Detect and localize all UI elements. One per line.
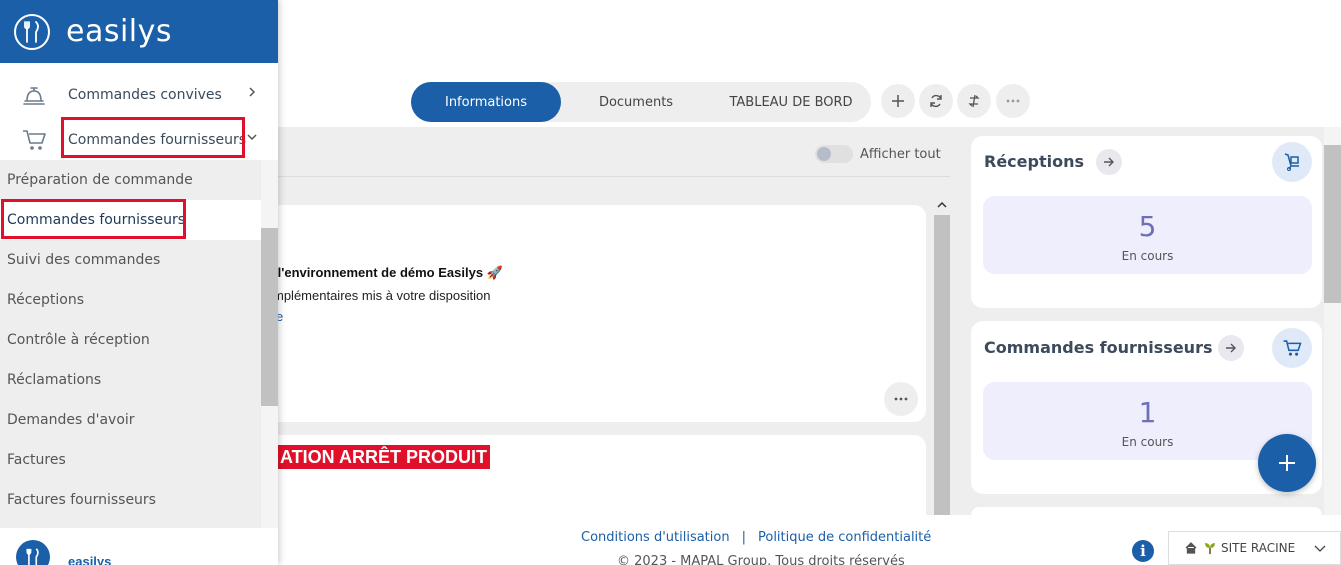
submenu-item[interactable]: Demandes d'avoir: [0, 400, 261, 440]
widget-open-button[interactable]: [1096, 149, 1122, 175]
fork-knife-logo-icon[interactable]: [14, 13, 50, 50]
widget-title: Réceptions: [984, 152, 1084, 171]
scrollbar-thumb[interactable]: [1324, 145, 1341, 303]
news-card: ATION ARRÊT PRODUIT: [278, 435, 926, 515]
arrow-right-icon: [1226, 343, 1236, 353]
brand-name: easilys: [66, 14, 173, 49]
fork-knife-logo-icon: [16, 540, 50, 565]
stat-label: En cours: [1121, 249, 1174, 263]
highlight-box-sub: [1, 199, 186, 239]
news-card: r l'environnement de démo Easilys 🚀 mplé…: [269, 205, 926, 422]
home-icon: [1185, 542, 1197, 554]
stat-count: 1: [1138, 396, 1157, 429]
footer-separator: |: [741, 530, 746, 545]
footer-links: Conditions d'utilisation | Politique de …: [581, 530, 931, 545]
hand-truck-icon: [1284, 153, 1299, 171]
receptions-widget: Réceptions 5 En cours: [971, 136, 1322, 308]
info-icon[interactable]: i: [1132, 540, 1154, 562]
bell-icon: [19, 80, 49, 110]
sidebar-item-commandes-convives[interactable]: Commandes convives: [0, 72, 278, 117]
add-button[interactable]: [881, 84, 915, 118]
submenu-item[interactable]: Réceptions: [0, 280, 261, 320]
show-all-toggle[interactable]: [815, 145, 853, 163]
site-selector[interactable]: SITE RACINE: [1168, 531, 1341, 565]
news-text: mplémentaires mis à votre disposition: [273, 288, 491, 303]
submenu-item[interactable]: Factures fournisseurs: [0, 480, 261, 520]
alert-banner: ATION ARRÊT PRODUIT: [278, 445, 490, 469]
plus-icon: [1279, 455, 1295, 471]
submenu-item[interactable]: Factures: [0, 440, 261, 480]
chevron-down-icon: [1314, 545, 1326, 552]
arrow-right-icon: [1104, 157, 1114, 167]
divider: [278, 176, 950, 177]
sidebar-footer: easilys: [0, 528, 278, 565]
tab-documents[interactable]: Documents: [561, 82, 711, 122]
submenu-item[interactable]: Contrôle à réception: [0, 320, 261, 360]
sidebar-footer-name: easilys: [68, 554, 112, 565]
stat-box[interactable]: 5 En cours: [983, 196, 1312, 274]
receptions-button[interactable]: [1272, 142, 1312, 182]
widget-title: Commandes fournisseurs: [984, 338, 1213, 357]
cart-icon: [1283, 340, 1302, 356]
plus-icon: [892, 95, 904, 107]
sprout-icon: [1205, 543, 1215, 554]
sidebar-item-label: Commandes convives: [68, 86, 222, 103]
scrollbar-thumb[interactable]: [261, 228, 278, 406]
submenu-item[interactable]: Préparation de commande: [0, 160, 261, 200]
news-title: r l'environnement de démo Easilys 🚀: [269, 265, 503, 280]
copyright-text: © 2023 - MAPAL Group. Tous droits réserv…: [617, 554, 905, 565]
next-widget: [971, 507, 1322, 515]
widget-open-button[interactable]: [1218, 335, 1244, 361]
floating-add-button[interactable]: [1258, 434, 1316, 492]
highlight-box-main: [61, 117, 245, 158]
chevron-down-icon: [247, 134, 257, 141]
scrollbar-thumb[interactable]: [934, 215, 950, 515]
sidebar-scrollbar[interactable]: [261, 160, 278, 528]
widgets-scrollbar[interactable]: [1324, 127, 1341, 515]
more-dots-icon: [1006, 99, 1020, 103]
scroll-up-icon[interactable]: [937, 201, 947, 209]
card-more-button[interactable]: [884, 382, 918, 416]
transfer-button[interactable]: [957, 84, 991, 118]
privacy-link[interactable]: Politique de confidentialité: [758, 530, 931, 545]
show-all-label: Afficher tout: [860, 147, 941, 162]
top-tabs: Informations Documents TABLEAU DE BORD: [411, 82, 871, 122]
refresh-button[interactable]: [919, 84, 953, 118]
more-options-button[interactable]: [996, 84, 1030, 118]
refresh-icon: [930, 94, 942, 108]
transfer-icon: [968, 94, 980, 108]
chevron-right-icon: [249, 87, 256, 97]
site-label: SITE RACINE: [1221, 541, 1296, 555]
sidebar: easilys Commandes convives Commandes fou…: [0, 0, 278, 565]
submenu-item[interactable]: Suivi des commandes: [0, 240, 261, 280]
stat-count: 5: [1138, 210, 1157, 243]
feed-scrollbar[interactable]: [934, 197, 950, 515]
tab-tableau-de-bord[interactable]: TABLEAU DE BORD: [711, 82, 871, 122]
cart-icon: [19, 125, 49, 155]
submenu-item[interactable]: Réclamations: [0, 360, 261, 400]
supplier-orders-button[interactable]: [1272, 328, 1312, 368]
toggle-knob: [817, 147, 831, 161]
terms-link[interactable]: Conditions d'utilisation: [581, 530, 730, 545]
more-dots-icon: [894, 397, 908, 401]
tab-informations[interactable]: Informations: [411, 82, 561, 122]
sidebar-header: easilys: [0, 0, 278, 63]
